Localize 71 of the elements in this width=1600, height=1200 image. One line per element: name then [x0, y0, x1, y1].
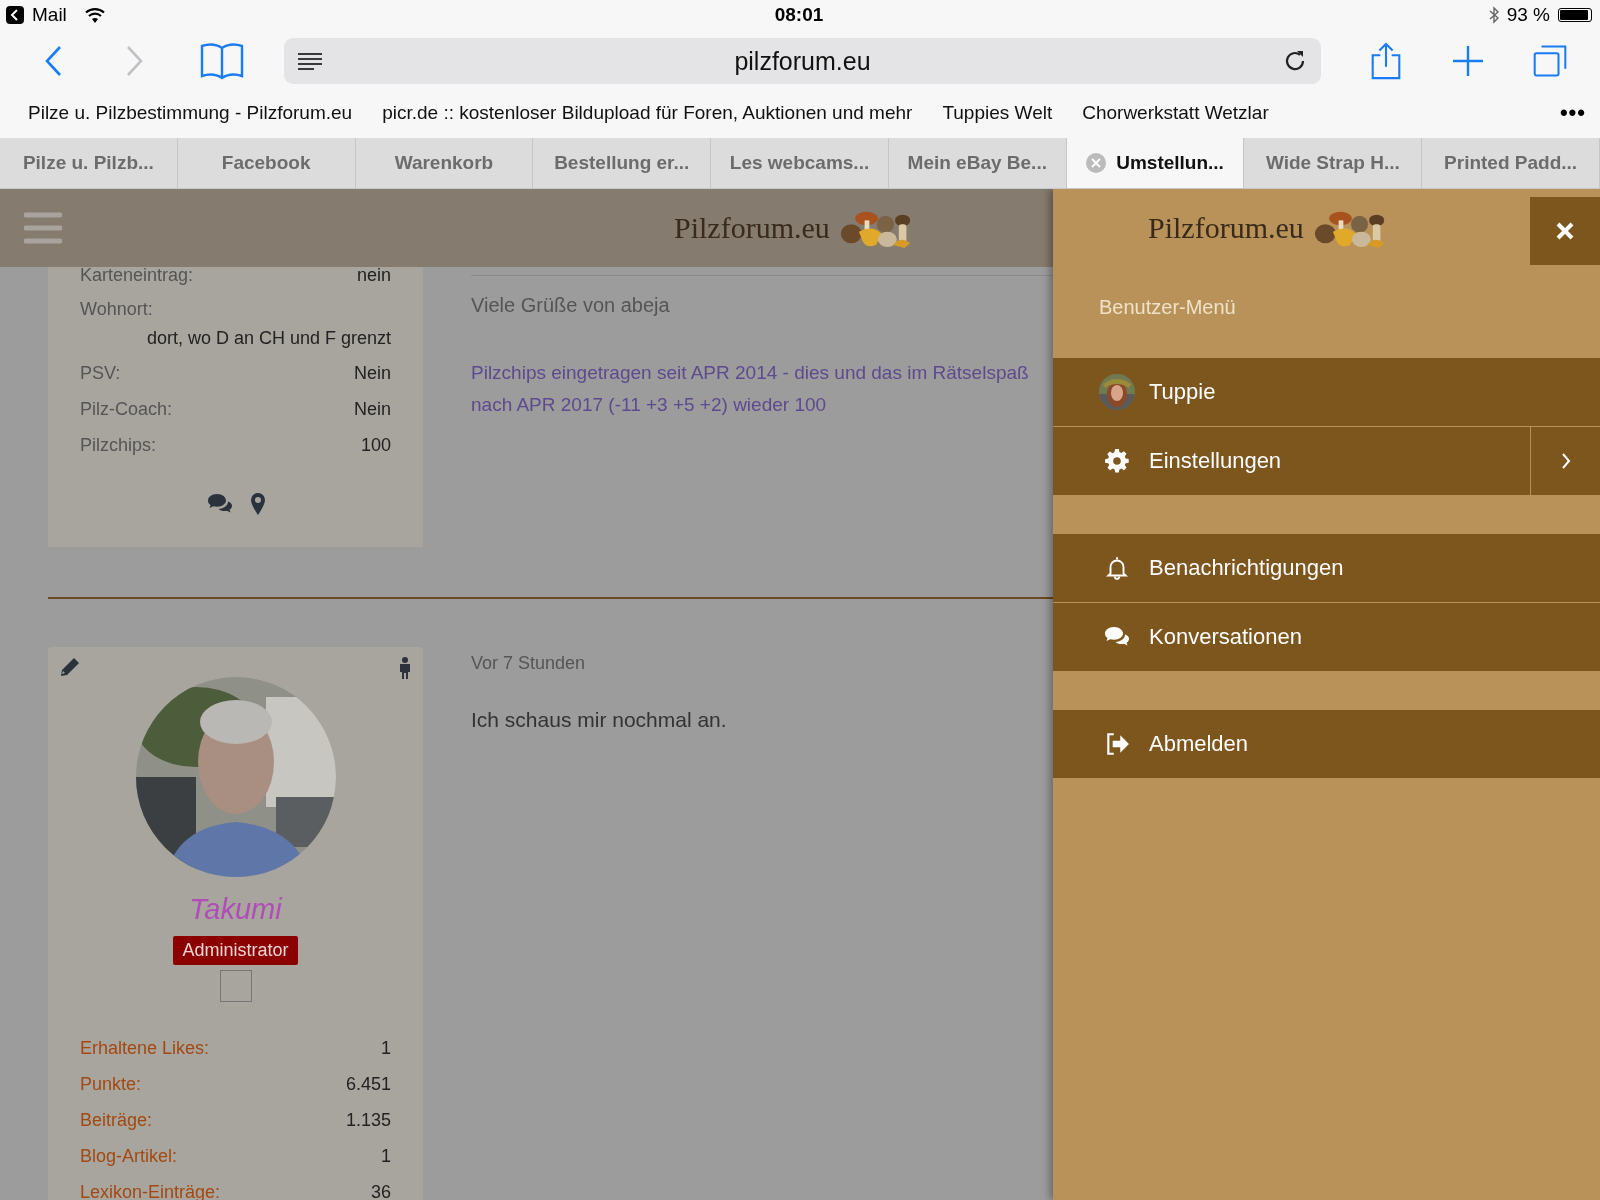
stat-label: Punkte: — [80, 1073, 142, 1095]
site-logo-text: Pilzforum.eu — [1148, 211, 1304, 245]
browser-tab[interactable]: Pilze u. Pilzb... — [0, 138, 178, 188]
stat-label: Blog-Artikel: — [80, 1145, 178, 1167]
menu-item[interactable]: Tuppie — [1053, 358, 1600, 426]
browser-tab[interactable]: Mein eBay Be... — [888, 138, 1067, 188]
map-pin-icon[interactable] — [250, 493, 265, 515]
field-label: Pilzchips: — [80, 434, 157, 456]
browser-tab[interactable]: Umstellun... — [1066, 138, 1245, 188]
address-bar[interactable]: pilzforum.eu — [284, 38, 1321, 84]
address-text: pilzforum.eu — [733, 46, 872, 76]
role-badge: Administrator — [173, 936, 298, 965]
field-label: Wohnort: — [80, 299, 154, 320]
greeting-text: Viele Grüße von abeja — [471, 294, 671, 317]
back-app-label[interactable]: Mail — [32, 4, 67, 26]
stat-value: 6.451 — [345, 1073, 391, 1095]
bookmarks-icon[interactable] — [200, 42, 244, 80]
stat-value: 1.135 — [345, 1109, 391, 1131]
favorite-link[interactable]: Chorwerkstatt Wetzlar — [1082, 102, 1269, 124]
menu-title: Benutzer-Menü — [1099, 296, 1236, 319]
field-value: Nein — [353, 398, 391, 420]
wifi-icon — [84, 7, 105, 23]
close-icon[interactable] — [1086, 153, 1107, 173]
favorite-link[interactable]: Tuppies Welt — [942, 102, 1053, 124]
browser-tab[interactable]: Bestellung er... — [533, 138, 712, 188]
bell-icon — [1104, 555, 1130, 581]
post-message: Ich schaus mir nochmal an. — [471, 708, 728, 732]
menu-item[interactable]: Einstellungen — [1053, 427, 1530, 495]
empty-badge-frame — [219, 970, 252, 1002]
stat-value: 36 — [370, 1181, 391, 1200]
field-value: dort, wo D an CH und F grenzt — [146, 328, 391, 349]
field-value: nein — [356, 264, 391, 286]
close-icon — [1555, 221, 1575, 241]
field-value: Nein — [353, 362, 391, 384]
pencil-icon[interactable] — [60, 657, 80, 677]
reload-icon[interactable] — [1283, 49, 1307, 73]
battery-percentage: 93 % — [1506, 4, 1550, 26]
reader-icon[interactable] — [298, 52, 322, 70]
stat-label: Beiträge: — [80, 1109, 153, 1131]
person-icon — [399, 657, 411, 679]
field-label: PSV: — [80, 362, 121, 384]
site-logo-text: Pilzforum.eu — [674, 211, 830, 245]
field-value: 100 — [360, 434, 391, 456]
close-button[interactable] — [1530, 197, 1600, 265]
browser-tab[interactable]: Facebook — [177, 138, 356, 188]
browser-tab[interactable]: Les webcams... — [711, 138, 889, 188]
stat-label: Erhaltene Likes: — [80, 1037, 210, 1059]
menu-item[interactable]: Benachrichtigungen — [1053, 534, 1600, 602]
stat-value: 1 — [381, 1145, 391, 1167]
browser-tab[interactable]: Wide Strap H... — [1244, 138, 1423, 188]
browser-tab[interactable]: Printed Padd... — [1422, 138, 1600, 188]
browser-tab[interactable]: Warenkorb — [355, 138, 534, 188]
menu-item[interactable]: Konversationen — [1053, 603, 1600, 671]
favorite-link[interactable]: Pilze u. Pilzbestimmung - Pilzforum.eu — [28, 102, 353, 124]
menu-item[interactable]: Abmelden — [1053, 710, 1600, 778]
bluetooth-icon — [1488, 6, 1499, 24]
field-label: Pilz-Coach: — [80, 398, 173, 420]
settings-icon — [1104, 448, 1130, 474]
chevron-right-icon — [1560, 452, 1571, 470]
logout-icon — [1104, 731, 1130, 757]
clock: 08:01 — [774, 4, 824, 26]
share-icon[interactable] — [1369, 42, 1403, 80]
more-favorites-button[interactable]: ••• — [1559, 100, 1586, 126]
favorite-link[interactable]: picr.de :: kostenloser Bildupload für Foren, Auktionen und mehr — [382, 102, 913, 124]
field-label: Karteneintrag: — [80, 264, 194, 286]
post-time: Vor 7 Stunden — [471, 653, 586, 673]
battery-icon — [1558, 8, 1592, 22]
chat-icon[interactable] — [206, 493, 233, 515]
stat-value: 1 — [381, 1037, 391, 1059]
signature-text: Pilzchips eingetragen seit APR 2014 - dies und das im Rätselspaß nach APR 2017 (-11 +3 +5 +2) wieder 100 — [471, 361, 1030, 417]
back-to-app-icon[interactable] — [6, 6, 24, 24]
